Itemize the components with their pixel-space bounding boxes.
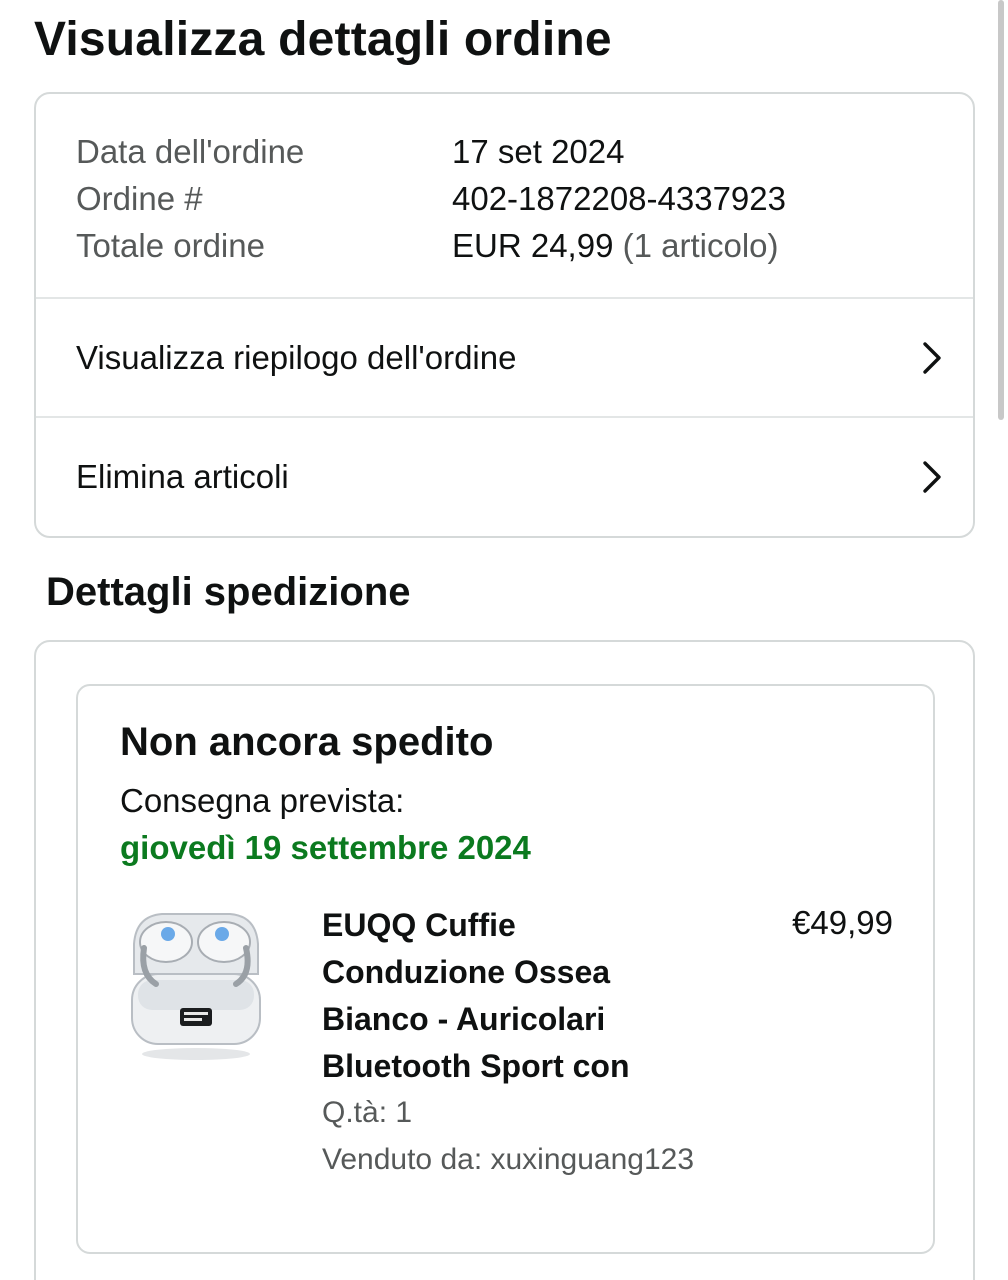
order-details-page: Visualizza dettagli ordine Data dell'ord…: [0, 0, 1008, 1280]
delete-items-link[interactable]: Elimina articoli: [36, 418, 973, 536]
order-summary-card: Data dell'ordine 17 set 2024 Ordine # 40…: [34, 92, 975, 538]
delivery-date: giovedì 19 settembre 2024: [120, 829, 531, 866]
order-date-row: Data dell'ordine 17 set 2024: [76, 128, 943, 175]
chevron-right-icon: [923, 342, 941, 374]
delete-items-label: Elimina articoli: [76, 458, 289, 495]
product-quantity: Q.tà: 1: [322, 1096, 413, 1129]
order-total-label: Totale ordine: [76, 226, 265, 264]
order-date-label: Data dell'ordine: [76, 132, 305, 170]
shipment-status: Non ancora spedito: [120, 720, 494, 764]
order-info: Data dell'ordine 17 set 2024 Ordine # 40…: [76, 128, 943, 269]
delivery-estimate-label: Consegna prevista:: [120, 782, 405, 819]
order-total-value: EUR 24,99 (1 articolo): [452, 227, 779, 265]
order-item-count: (1 articolo): [622, 226, 779, 264]
order-number-value: 402-1872208-4337923: [452, 179, 786, 217]
scrollbar[interactable]: [998, 0, 1004, 420]
product-seller: Venduto da: xuxinguang123: [322, 1143, 694, 1176]
order-total-row: Totale ordine EUR 24,99 (1 articolo): [76, 222, 943, 269]
page-title: Visualizza dettagli ordine: [34, 13, 612, 66]
shipping-section-title: Dettagli spedizione: [46, 570, 411, 614]
view-order-summary-label: Visualizza riepilogo dell'ordine: [76, 339, 517, 376]
order-date-value: 17 set 2024: [452, 132, 625, 170]
view-order-summary-link[interactable]: Visualizza riepilogo dell'ordine: [36, 299, 973, 417]
product-title-link[interactable]: EUQQ Cuffie Conduzione Ossea Bianco - Au…: [322, 902, 682, 1090]
shipment-box: Non ancora spedito Consegna prevista: gi…: [76, 684, 935, 1254]
earbuds-product-image[interactable]: [126, 904, 266, 1068]
order-number-label: Ordine #: [76, 179, 203, 217]
product-price: €49,99: [792, 904, 893, 941]
shipping-card: Non ancora spedito Consegna prevista: gi…: [34, 640, 975, 1280]
chevron-right-icon: [923, 461, 941, 493]
order-number-row: Ordine # 402-1872208-4337923: [76, 175, 943, 222]
order-total-amount: EUR 24,99: [452, 226, 614, 264]
